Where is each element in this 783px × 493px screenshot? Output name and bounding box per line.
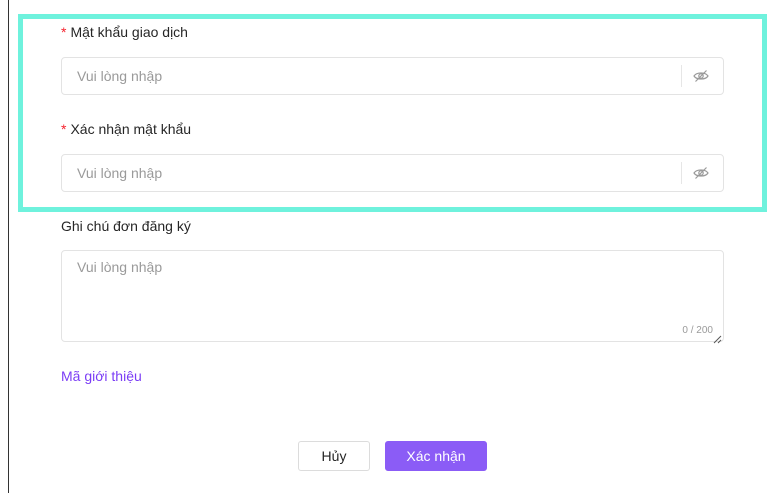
referral-code-link[interactable]: Mã giới thiệu — [61, 368, 142, 384]
input-suffix-divider — [681, 65, 682, 87]
cancel-button[interactable]: Hủy — [298, 441, 370, 471]
required-mark: * — [61, 24, 67, 40]
note-field-wrapper: 0 / 200 — [61, 250, 724, 344]
resize-handle-icon[interactable] — [713, 331, 722, 344]
password-label-text: Mật khẩu giao dịch — [70, 24, 188, 40]
eye-slash-icon[interactable] — [692, 164, 710, 182]
panel-left-border — [8, 0, 9, 493]
password-label: * Mật khẩu giao dịch — [61, 24, 188, 40]
eye-slash-icon[interactable] — [692, 67, 710, 85]
required-mark: * — [61, 121, 67, 137]
note-label: Ghi chú đơn đăng ký — [61, 218, 191, 234]
input-suffix-divider — [681, 162, 682, 184]
password-field-wrapper — [61, 57, 724, 95]
password-input[interactable] — [63, 59, 680, 93]
registration-form-page: * Mật khẩu giao dịch * Xác nhận mật khẩu G… — [0, 0, 783, 493]
note-char-counter: 0 / 200 — [682, 325, 713, 336]
confirm-password-label-text: Xác nhận mật khẩu — [70, 121, 192, 137]
confirm-password-input[interactable] — [63, 156, 680, 190]
confirm-password-label: * Xác nhận mật khẩu — [61, 121, 191, 137]
note-textarea[interactable] — [63, 252, 722, 322]
confirm-button[interactable]: Xác nhận — [385, 441, 487, 471]
confirm-password-field-wrapper — [61, 154, 724, 192]
